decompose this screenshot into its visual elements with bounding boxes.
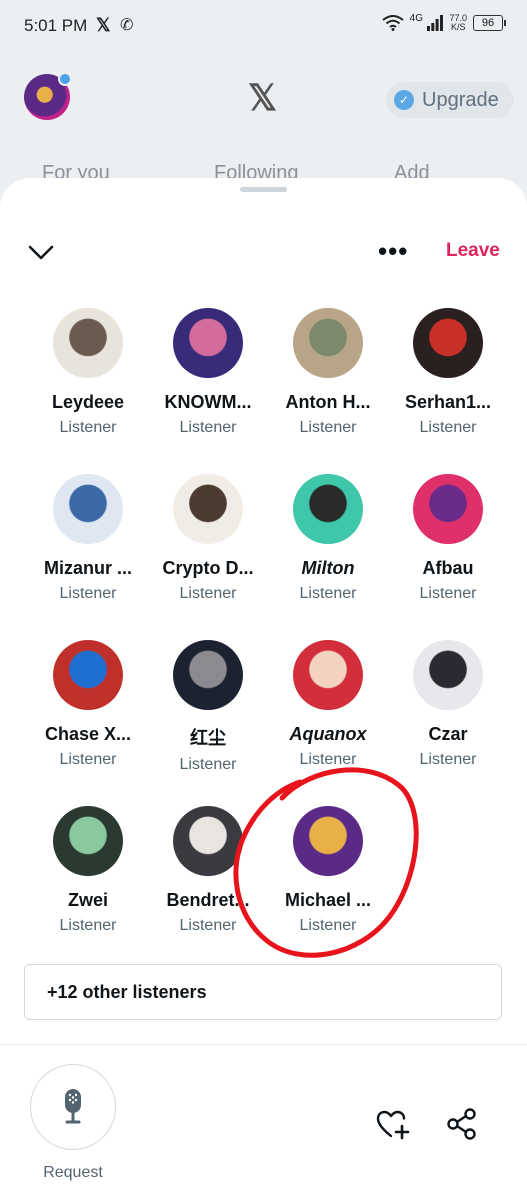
- listener-avatar: [53, 806, 123, 876]
- leave-button[interactable]: Leave: [446, 240, 500, 262]
- listener-role: Listener: [179, 756, 237, 773]
- listener-card[interactable]: Mizanur ... Listener: [28, 474, 148, 603]
- x-logo-icon: 𝕏: [248, 77, 278, 118]
- listener-avatar: [413, 640, 483, 710]
- listener-name: Bendret...: [166, 890, 250, 910]
- listener-name: Zwei: [67, 890, 108, 910]
- listener-card[interactable]: Serhan1... Listener: [388, 308, 508, 437]
- battery-indicator: 96: [473, 15, 506, 31]
- microphone-icon: [65, 1089, 81, 1124]
- chevron-down-icon[interactable]: [28, 242, 54, 262]
- listener-avatar: [293, 640, 363, 710]
- share-icon[interactable]: [446, 1108, 478, 1140]
- listener-avatar: [293, 474, 363, 544]
- listener-name: Anton H...: [285, 392, 371, 412]
- clock: 5:01 PM: [24, 16, 88, 35]
- listener-role: Listener: [299, 585, 357, 602]
- listener-name: Afbau: [422, 558, 474, 578]
- listener-avatar: [173, 308, 243, 378]
- listener-name: Leydeee: [51, 392, 125, 412]
- listener-role: Listener: [179, 585, 237, 602]
- listener-avatar: [173, 806, 243, 876]
- listener-name: Aquanox: [289, 724, 367, 744]
- space-sheet: ••• Leave Leydeee Listener KNOWM... Listene…: [0, 178, 527, 1200]
- network-type: 4G: [409, 13, 424, 24]
- heart-plus-icon[interactable]: [376, 1110, 410, 1140]
- listener-avatar: [53, 308, 123, 378]
- verified-badge-icon: ✓: [394, 90, 414, 110]
- listener-card[interactable]: Crypto D... Listener: [148, 474, 268, 603]
- listener-card[interactable]: KNOWM... Listener: [148, 308, 268, 437]
- listener-role: Listener: [419, 751, 477, 768]
- listener-card[interactable]: Leydeee Listener: [28, 308, 148, 437]
- listener-card[interactable]: Zwei Listener: [28, 806, 148, 935]
- listener-name: KNOWM...: [164, 392, 252, 412]
- whatsapp-notification-icon: ✆: [120, 17, 134, 34]
- listener-avatar: [173, 640, 243, 710]
- listener-name: Milton: [301, 558, 355, 578]
- more-options-icon[interactable]: •••: [378, 238, 408, 264]
- cell-signal-icon: 4G: [410, 14, 444, 32]
- listener-avatar: [293, 806, 363, 876]
- listener-name: Mizanur ...: [43, 558, 132, 578]
- listener-role: Listener: [179, 917, 237, 934]
- listener-card[interactable]: Afbau Listener: [388, 474, 508, 603]
- listener-card[interactable]: Anton H... Listener: [268, 308, 388, 437]
- network-speed: 77.0 K/S: [449, 13, 467, 32]
- listener-card[interactable]: Chase X... Listener: [28, 640, 148, 769]
- listener-name: 红尘: [190, 728, 226, 748]
- listener-card[interactable]: Aquanox Listener: [268, 640, 388, 769]
- listener-name: Serhan1...: [404, 392, 492, 412]
- listener-avatar: [413, 308, 483, 378]
- listener-name: Michael ...: [284, 890, 372, 910]
- listener-role: Listener: [419, 585, 477, 602]
- request-button[interactable]: [30, 1064, 116, 1150]
- listener-name: Crypto D...: [162, 558, 254, 578]
- request-label: Request: [43, 1164, 103, 1181]
- listener-name: Chase X...: [44, 724, 132, 744]
- listener-card[interactable]: Milton Listener: [268, 474, 388, 603]
- sheet-grabber[interactable]: [240, 187, 287, 192]
- listener-avatar: [413, 474, 483, 544]
- listener-avatar: [293, 308, 363, 378]
- listener-card[interactable]: 红尘 Listener: [148, 640, 268, 774]
- wifi-icon: [382, 15, 404, 31]
- listener-role: Listener: [299, 917, 357, 934]
- upgrade-label: Upgrade: [422, 88, 499, 111]
- listener-name: Czar: [428, 724, 468, 744]
- listener-avatar: [53, 640, 123, 710]
- listener-card[interactable]: Bendret... Listener: [148, 806, 268, 935]
- other-listeners-button[interactable]: +12 other listeners: [24, 964, 502, 1020]
- listener-role: Listener: [59, 419, 117, 436]
- listener-role: Listener: [59, 585, 117, 602]
- listener-role: Listener: [299, 419, 357, 436]
- x-notification-icon: 𝕏: [96, 15, 111, 35]
- listener-avatar: [173, 474, 243, 544]
- app-header: 𝕏 ✓ Upgrade For you Following Add: [0, 52, 527, 184]
- listener-avatar: [53, 474, 123, 544]
- listener-role: Listener: [179, 419, 237, 436]
- listener-role: Listener: [299, 751, 357, 768]
- divider: [0, 1044, 527, 1045]
- listener-role: Listener: [59, 917, 117, 934]
- notification-dot: [58, 72, 72, 86]
- listener-role: Listener: [59, 751, 117, 768]
- upgrade-button[interactable]: ✓ Upgrade: [386, 82, 514, 118]
- status-bar: 5:01 PM 𝕏 ✆ 4G 77.0 K/S 96: [0, 0, 527, 52]
- listener-card[interactable]: Michael ... Listener: [268, 806, 388, 935]
- listener-role: Listener: [419, 419, 477, 436]
- listener-card[interactable]: Czar Listener: [388, 640, 508, 769]
- profile-avatar[interactable]: [24, 72, 72, 120]
